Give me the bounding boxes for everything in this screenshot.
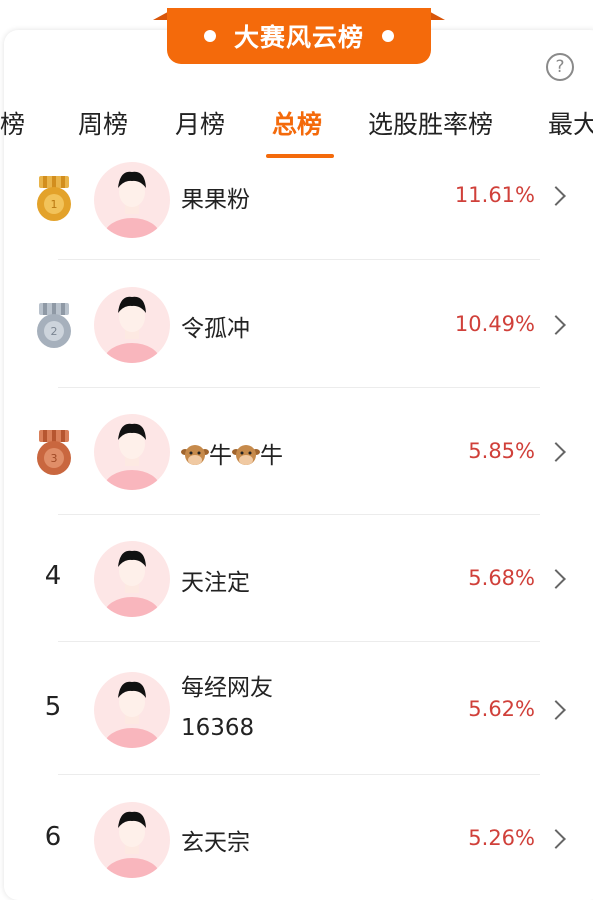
- avatar[interactable]: [94, 162, 170, 238]
- chevron-right-icon: [546, 186, 566, 206]
- tab-daily[interactable]: 日榜: [0, 105, 25, 141]
- return-rate: 5.68%: [468, 566, 535, 590]
- svg-text:2: 2: [51, 325, 58, 338]
- chevron-right-icon: [546, 829, 566, 849]
- silver-medal-icon: 2: [37, 303, 71, 348]
- rank-number: 5: [44, 692, 62, 722]
- chevron-right-icon: [546, 569, 566, 589]
- tab-monthly[interactable]: 月榜: [175, 105, 225, 141]
- user-name: 天注定: [181, 570, 250, 596]
- leaderboard-row-1[interactable]: 1 果果粉 11.61%: [0, 158, 593, 260]
- user-name-part: 牛: [209, 443, 232, 469]
- tab-max[interactable]: 最大: [548, 105, 593, 141]
- ranking-tabs: 日榜 周榜 月榜 总榜 选股胜率榜 最大: [0, 100, 593, 160]
- tab-overall[interactable]: 总榜: [272, 105, 322, 141]
- row-divider: [58, 259, 540, 260]
- rank-number: 4: [44, 561, 62, 591]
- tab-stock-win-rate[interactable]: 选股胜率榜: [368, 105, 493, 141]
- avatar[interactable]: [94, 414, 170, 490]
- leaderboard-row-6[interactable]: 6 玄天宗 5.26%: [0, 798, 593, 884]
- return-rate: 5.85%: [468, 439, 535, 463]
- leaderboard-row-2[interactable]: 2 令孤冲 10.49%: [0, 285, 593, 388]
- row-divider: [58, 774, 540, 775]
- gold-medal-icon: 1: [37, 176, 71, 221]
- user-name-line-2: 16368: [181, 715, 255, 741]
- leaderboard-banner: 大赛风云榜: [153, 8, 445, 66]
- rank-number: 6: [44, 822, 62, 852]
- bronze-medal-icon: 3: [37, 430, 71, 475]
- user-name: 果果粉: [181, 187, 250, 213]
- row-divider: [58, 641, 540, 642]
- avatar[interactable]: [94, 672, 170, 748]
- banner-dot-right: [382, 30, 394, 42]
- leaderboard-row-4[interactable]: 4 天注定 5.68%: [0, 539, 593, 642]
- return-rate: 5.26%: [468, 826, 535, 850]
- tab-weekly[interactable]: 周榜: [78, 105, 128, 141]
- cow-emoji-icon: [232, 445, 260, 465]
- user-name: 令孤冲: [181, 316, 250, 342]
- svg-text:3: 3: [51, 452, 58, 465]
- banner-dot-left: [203, 30, 216, 42]
- user-name: 牛牛: [181, 436, 283, 470]
- chevron-right-icon: [546, 700, 566, 720]
- user-name: 玄天宗: [181, 830, 250, 856]
- user-name-line-1: 每经网友: [181, 675, 273, 701]
- svg-text:1: 1: [51, 198, 58, 211]
- help-icon[interactable]: ?: [546, 53, 574, 81]
- chevron-right-icon: [546, 442, 566, 462]
- user-name: 每经网友 16368: [181, 668, 273, 748]
- leaderboard-row-5[interactable]: 5 每经网友 16368 5.62%: [0, 668, 593, 775]
- cow-emoji-icon: [181, 445, 209, 465]
- return-rate: 5.62%: [468, 697, 535, 721]
- avatar[interactable]: [94, 541, 170, 617]
- row-divider: [58, 387, 540, 388]
- return-rate: 10.49%: [454, 312, 535, 336]
- return-rate: 11.61%: [454, 183, 535, 207]
- leaderboard-row-3[interactable]: 3 牛牛 5.85%: [0, 412, 593, 515]
- banner-plate: 大赛风云榜: [167, 8, 431, 64]
- chevron-right-icon: [546, 315, 566, 335]
- banner-title: 大赛风云榜: [233, 23, 364, 52]
- avatar[interactable]: [94, 287, 170, 363]
- avatar[interactable]: [94, 802, 170, 878]
- user-name-part: 牛: [260, 443, 283, 469]
- row-divider: [58, 514, 540, 515]
